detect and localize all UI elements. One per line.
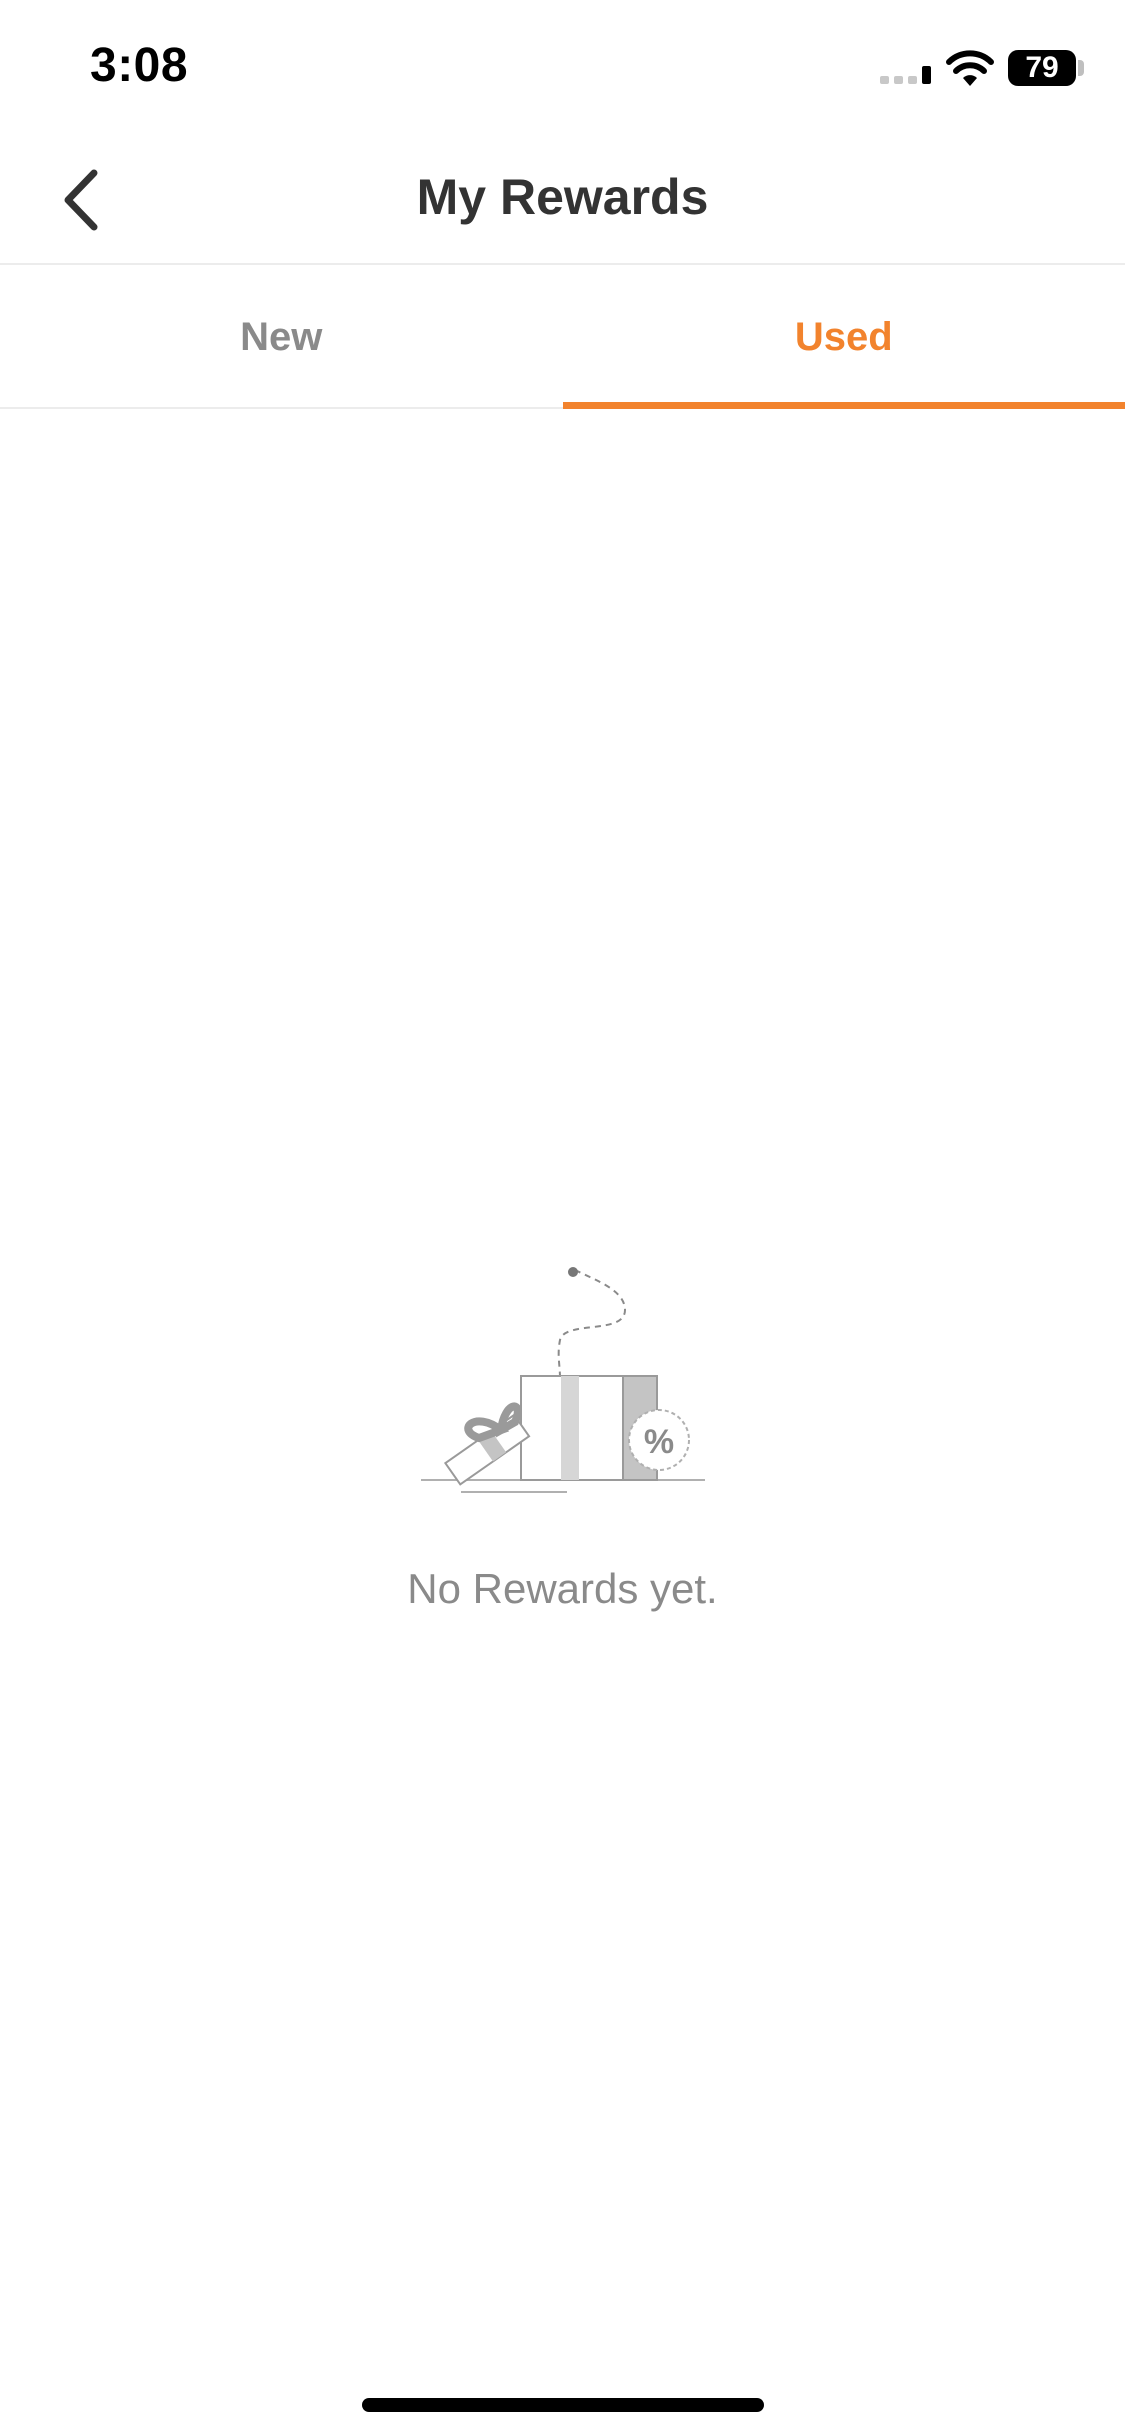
header: My Rewards (0, 132, 1125, 265)
cellular-signal-icon (880, 66, 931, 84)
home-indicator[interactable] (362, 2398, 764, 2412)
tab-new[interactable]: New (0, 267, 563, 407)
tab-bar: New Used (0, 267, 1125, 409)
percent-badge-text: % (644, 1423, 674, 1461)
tab-used[interactable]: Used (562, 267, 1125, 409)
battery-level: 79 (1025, 51, 1059, 84)
status-bar: 3:08 79 (0, 0, 1125, 132)
rewards-screen: 3:08 79 My Rewards New Used % No Rewards… (0, 0, 1125, 2436)
battery-icon: 79 (1008, 50, 1076, 86)
status-time: 3:08 (90, 39, 189, 92)
open-gift-box-icon: % (421, 1267, 705, 1493)
page-title: My Rewards (416, 169, 709, 225)
wifi-icon (946, 50, 994, 86)
empty-state-message: No Rewards yet. (407, 1565, 718, 1612)
battery-nub (1078, 60, 1084, 76)
